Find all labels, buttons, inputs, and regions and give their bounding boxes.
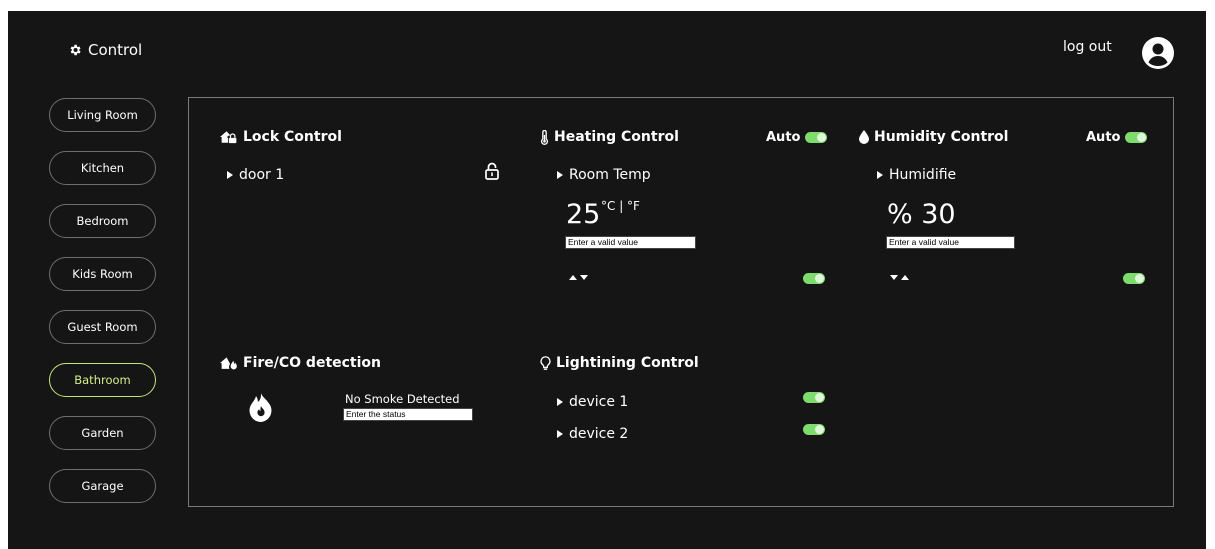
lock-control-title-label: Lock Control [243,129,342,145]
sidebar-item-bathroom[interactable]: Bathroom [49,363,156,397]
heating-auto-label: Auto [766,130,801,145]
humidifier-label: Humidifie [889,167,957,183]
device-1-row[interactable]: device 1 [557,394,628,410]
device-2-row[interactable]: device 2 [557,426,628,442]
room-temp-input[interactable]: Enter a valid value [565,236,696,249]
fire-detection-title: Fire/CO detection [220,355,381,371]
brand[interactable]: Control [68,41,142,59]
increase-arrow-icon[interactable] [569,275,577,280]
humidity-control-title: Humidity Control [859,129,1008,145]
fire-icon [249,393,272,422]
humidity-stepper[interactable] [890,275,909,280]
logout-link[interactable]: log out [1063,39,1112,55]
gear-icon [70,44,81,56]
sidebar-item-kitchen[interactable]: Kitchen [49,151,156,185]
temp-stepper[interactable] [569,275,588,280]
smoke-status-input[interactable]: Enter the status [343,408,473,421]
room-temp-label: Room Temp [569,167,651,183]
temp-unit-toggle[interactable]: °C | °F [601,199,640,213]
humidity-auto-control: Auto [1086,130,1148,145]
decrease-arrow-icon[interactable] [580,275,588,280]
sidebar-item-kids-room[interactable]: Kids Room [49,257,156,291]
humidity-auto-toggle[interactable] [1125,132,1148,143]
humidity-control-title-label: Humidity Control [874,129,1009,145]
decrease-arrow-icon[interactable] [890,275,898,280]
humidity-input[interactable]: Enter a valid value [886,236,1015,249]
unlocked-padlock-icon[interactable] [485,162,499,180]
room-temp-value: 25 [566,199,601,230]
water-drop-icon [859,130,869,144]
sidebar-item-garden[interactable]: Garden [49,416,156,450]
control-panel: Lock Control door 1 Heating Control Auto [188,97,1174,507]
brand-label: Control [88,41,143,59]
lighting-control-title-label: Lightining Control [556,355,699,371]
house-lock-icon [220,131,237,144]
humidity-value: % 30 [887,199,956,230]
device-2-toggle[interactable] [803,424,825,435]
device-2-label: device 2 [569,426,629,442]
expand-triangle-icon [877,171,883,179]
expand-triangle-icon [557,430,563,438]
expand-triangle-icon [227,171,233,179]
house-fire-icon [220,356,237,369]
fire-detection-title-label: Fire/CO detection [243,355,382,371]
user-avatar-icon[interactable] [1142,37,1174,69]
door-1-label: door 1 [239,167,285,183]
app-window: Control log out Living Room Kitchen Bedr… [8,11,1206,549]
sidebar-item-bedroom[interactable]: Bedroom [49,204,156,238]
sidebar-item-garage[interactable]: Garage [49,469,156,503]
heating-auto-control: Auto [766,130,828,145]
sidebar-item-guest-room[interactable]: Guest Room [49,310,156,344]
thermometer-icon [540,129,549,145]
smoke-status-label: No Smoke Detected [345,392,460,406]
humidity-auto-label: Auto [1086,130,1121,145]
room-temp-row[interactable]: Room Temp [557,167,651,183]
humidifier-row[interactable]: Humidifie [877,167,956,183]
heating-control-title: Heating Control [540,129,679,145]
expand-triangle-icon [557,171,563,179]
device-1-label: device 1 [569,394,629,410]
heating-power-toggle[interactable] [803,273,825,284]
door-1-row[interactable]: door 1 [227,167,284,183]
lighting-control-title: Lightining Control [540,355,699,371]
lightbulb-icon [540,355,551,370]
heating-auto-toggle[interactable] [805,132,828,143]
humidity-power-toggle[interactable] [1123,273,1145,284]
lock-control-title: Lock Control [220,129,342,145]
expand-triangle-icon [557,398,563,406]
sidebar-item-living-room[interactable]: Living Room [49,98,156,132]
device-1-toggle[interactable] [803,392,825,403]
heating-control-title-label: Heating Control [554,129,679,145]
increase-arrow-icon[interactable] [901,275,909,280]
